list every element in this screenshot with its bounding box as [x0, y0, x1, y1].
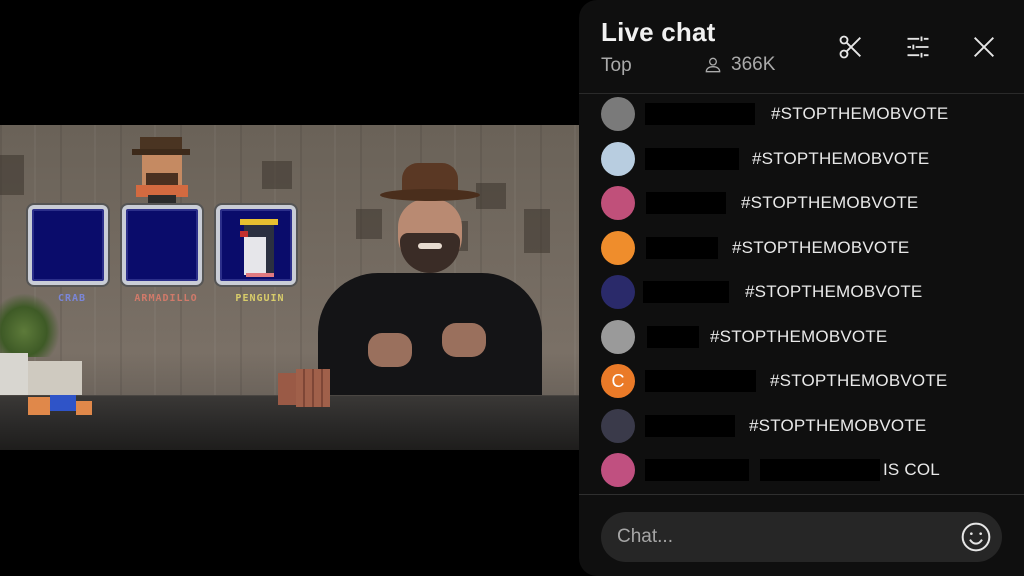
- sliders-icon: [907, 36, 929, 58]
- message-text: #STOPTHEMOBVOTE: [770, 371, 948, 390]
- redacted-username: [645, 370, 756, 392]
- message-text: #STOPTHEMOBVOTE: [732, 238, 910, 257]
- message-text: IS COL: [883, 460, 940, 479]
- avatar[interactable]: [601, 275, 635, 309]
- chat-header: Live chat Top 366K: [579, 0, 1024, 94]
- avatar[interactable]: [601, 320, 635, 354]
- close-icon: [974, 37, 994, 57]
- message-text: #STOPTHEMOBVOTE: [771, 104, 949, 123]
- message-text: #STOPTHEMOBVOTE: [752, 149, 930, 168]
- chat-message: IS COL: [579, 448, 1024, 492]
- wall-block: [262, 161, 292, 189]
- wall-block: [0, 155, 24, 195]
- chat-message: #STOPTHEMOBVOTE: [579, 270, 1024, 314]
- avatar[interactable]: [601, 186, 635, 220]
- chat-input-container: [601, 512, 1002, 562]
- slot-armadillo: ARMADILLO: [122, 205, 202, 304]
- redacted-username: [645, 459, 749, 481]
- chat-message: C #STOPTHEMOBVOTE: [579, 359, 1024, 403]
- chat-mode-selector[interactable]: Top: [601, 55, 632, 77]
- redacted-username: [646, 192, 726, 214]
- redacted-username: [643, 281, 729, 303]
- chat-input[interactable]: [601, 512, 1002, 562]
- slot-label: CRAB: [57, 293, 87, 304]
- viewer-count: 366K: [703, 54, 775, 76]
- redacted-username: [645, 148, 739, 170]
- chat-message: #STOPTHEMOBVOTE: [579, 95, 1024, 136]
- live-chat-panel: Live chat Top 366K #STOPTHEMOBVOTE #STOP…: [579, 0, 1024, 576]
- slot-penguin: PENGUIN: [216, 205, 296, 304]
- avatar[interactable]: [601, 231, 635, 265]
- redacted-username: [646, 237, 718, 259]
- avatar-letter: C: [611, 370, 625, 391]
- redacted-username: [645, 103, 755, 125]
- smiley-icon[interactable]: [960, 521, 992, 553]
- chat-title: Live chat: [601, 17, 716, 47]
- person-icon: [705, 57, 721, 73]
- message-text: #STOPTHEMOBVOTE: [749, 416, 927, 435]
- chat-message: #STOPTHEMOBVOTE: [579, 315, 1024, 359]
- avatar[interactable]: C: [601, 364, 635, 398]
- viewer-count-text: 366K: [731, 54, 776, 75]
- chat-message: #STOPTHEMOBVOTE: [579, 137, 1024, 181]
- chat-message: #STOPTHEMOBVOTE: [579, 181, 1024, 225]
- plant-pot: [0, 353, 28, 401]
- chat-settings-button[interactable]: [901, 30, 935, 64]
- armadillo-figure: [278, 369, 330, 409]
- message-text: #STOPTHEMOBVOTE: [745, 282, 923, 301]
- chat-message: #STOPTHEMOBVOTE: [579, 226, 1024, 270]
- redacted-text: [760, 459, 880, 481]
- app-root: CRAB ARMADILLO PENGUIN Live chat Top 366…: [0, 0, 1024, 576]
- redacted-username: [645, 415, 735, 437]
- host-person: [318, 163, 542, 403]
- message-text: #STOPTHEMOBVOTE: [710, 327, 888, 346]
- avatar[interactable]: [601, 97, 635, 131]
- avatar[interactable]: [601, 142, 635, 176]
- slot-crab: CRAB: [28, 205, 108, 304]
- penguin-sprite: [240, 219, 280, 279]
- avatar[interactable]: [601, 409, 635, 443]
- mob-vote-slots: CRAB ARMADILLO PENGUIN: [28, 205, 296, 304]
- clip-button[interactable]: [834, 30, 868, 64]
- avatar[interactable]: [601, 453, 635, 487]
- redacted-username: [647, 326, 699, 348]
- close-chat-button[interactable]: [967, 30, 1001, 64]
- crab-figure: [28, 393, 92, 419]
- message-text: #STOPTHEMOBVOTE: [741, 193, 919, 212]
- slot-label: PENGUIN: [235, 293, 285, 304]
- chat-message-list[interactable]: #STOPTHEMOBVOTE #STOPTHEMOBVOTE #STOPTHE…: [579, 95, 1024, 495]
- scissors-icon: [839, 35, 861, 59]
- slot-label: ARMADILLO: [134, 293, 198, 304]
- chat-message: #STOPTHEMOBVOTE: [579, 404, 1024, 448]
- pixel-host-character: [132, 137, 190, 203]
- video-player[interactable]: CRAB ARMADILLO PENGUIN: [0, 125, 580, 450]
